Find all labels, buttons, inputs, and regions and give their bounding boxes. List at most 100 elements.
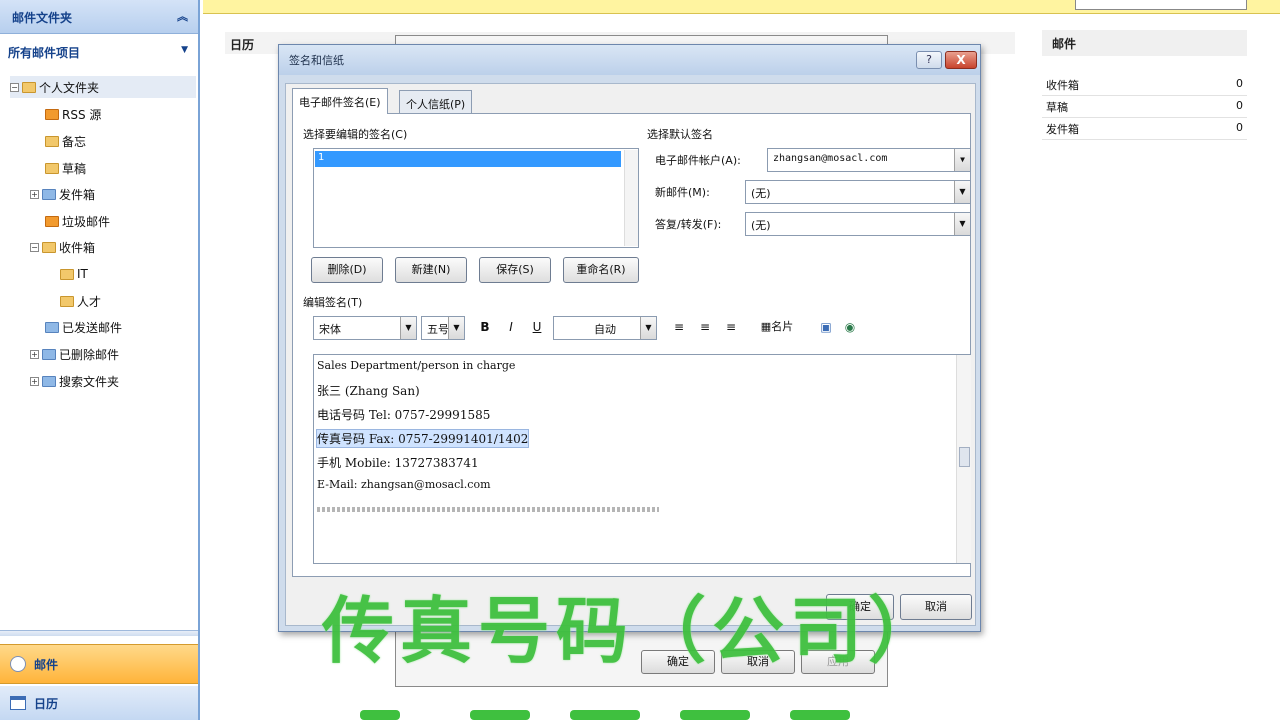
- dropdown-arrow-icon[interactable]: ▼: [448, 317, 464, 339]
- align-center-icon[interactable]: ≡: [695, 316, 715, 338]
- font-color-select[interactable]: 自动 ▼: [553, 316, 657, 340]
- collapse-chevron-icon[interactable]: ︽: [177, 8, 188, 24]
- new-signature-button[interactable]: 新建(N): [395, 257, 467, 283]
- nav-button-calendar[interactable]: 日历: [0, 686, 198, 720]
- underline-button[interactable]: U: [527, 316, 547, 338]
- tree-item-it[interactable]: IT: [60, 263, 88, 285]
- tree-item-talent[interactable]: 人才: [60, 290, 101, 312]
- tree-item-deleted[interactable]: + 已删除邮件: [30, 343, 119, 365]
- tree-item-label: 草稿: [62, 161, 87, 176]
- close-button[interactable]: X: [945, 51, 977, 69]
- rename-signature-button[interactable]: 重命名(R): [563, 257, 639, 283]
- help-button[interactable]: ?: [916, 51, 942, 69]
- expand-toggle-icon[interactable]: +: [30, 349, 39, 359]
- email-account-select[interactable]: zhangsan@mosacl.com ▼: [767, 148, 971, 172]
- tree-item-junk[interactable]: 垃圾邮件: [45, 210, 110, 232]
- format-toolbar: 宋体 ▼ 五号 ▼ B I U 自动 ▼ ≡ ≡ ≡ ▦名片 ▣ ◉: [313, 316, 973, 340]
- new-message-signature-select[interactable]: (无) ▼: [745, 180, 971, 204]
- business-card-button[interactable]: ▦名片: [753, 316, 801, 338]
- signature-line: 手机 Mobile: 13727383741: [317, 456, 479, 470]
- align-right-icon[interactable]: ≡: [721, 316, 741, 338]
- tree-item-label: 已发送邮件: [62, 320, 123, 335]
- summary-row-drafts[interactable]: 草稿 0: [1042, 96, 1247, 118]
- collapse-toggle-icon[interactable]: −: [30, 242, 39, 252]
- font-size-select[interactable]: 五号 ▼: [421, 316, 465, 340]
- inbox-folder-icon: [42, 241, 56, 253]
- new-message-label: 新邮件(M):: [655, 186, 710, 199]
- nav-pane-header: 邮件文件夹 ︽: [0, 0, 198, 34]
- tree-item-sent[interactable]: 已发送邮件: [45, 316, 122, 338]
- insert-hyperlink-icon[interactable]: ◉: [841, 316, 859, 338]
- select-signature-label: 选择要编辑的签名(C): [303, 128, 408, 141]
- dropdown-arrow-icon[interactable]: ▼: [954, 213, 970, 235]
- dropdown-arrow-icon[interactable]: ▼: [640, 317, 656, 339]
- delete-signature-button[interactable]: 删除(D): [311, 257, 383, 283]
- reply-forward-signature-select[interactable]: (无) ▼: [745, 212, 971, 236]
- tree-item-drafts[interactable]: 草稿: [45, 157, 86, 179]
- italic-button[interactable]: I: [501, 316, 521, 338]
- dialog-body: 电子邮件签名(E) 个人信纸(P) 选择要编辑的签名(C) 1 删除(D) 新建…: [285, 83, 976, 626]
- dropdown-arrow-icon[interactable]: ▼: [400, 317, 416, 339]
- expand-toggle-icon[interactable]: +: [30, 376, 39, 386]
- align-left-icon[interactable]: ≡: [669, 316, 689, 338]
- signature-line: 电话号码 Tel: 0757-29991585: [317, 408, 491, 422]
- tree-item-outbox[interactable]: + 发件箱: [30, 183, 95, 205]
- folder-icon: [45, 135, 59, 147]
- signature-line: E-Mail: zhangsan@mosacl.com: [317, 478, 491, 491]
- reply-forward-signature-value: (无): [751, 219, 771, 232]
- dropdown-arrow-icon[interactable]: ▼: [954, 181, 970, 203]
- summary-count: 0: [1236, 77, 1243, 90]
- tree-item-inbox[interactable]: − 收件箱: [30, 236, 95, 258]
- video-caption-next-line: [360, 698, 880, 720]
- business-card-icon: ▦: [760, 320, 772, 333]
- save-signature-button[interactable]: 保存(S): [479, 257, 551, 283]
- signature-list[interactable]: 1: [313, 148, 639, 248]
- font-color-value: 自动: [594, 323, 616, 336]
- signature-editor[interactable]: Sales Department/person in charge 张三 (Zh…: [313, 354, 971, 564]
- tab-email-signature[interactable]: 电子邮件签名(E): [292, 88, 388, 114]
- nav-button-mail[interactable]: 邮件: [0, 644, 198, 684]
- signature-list-item-selected[interactable]: 1: [315, 151, 621, 167]
- insert-picture-icon[interactable]: ▣: [817, 316, 835, 338]
- pane-resize-grip[interactable]: [0, 630, 198, 636]
- tree-item-rss[interactable]: RSS 源: [45, 103, 101, 125]
- tree-item-notes[interactable]: 备忘: [45, 130, 86, 152]
- rss-icon: [45, 108, 59, 120]
- video-caption: 传真号码（公司）: [322, 589, 947, 673]
- caption-fragment: [680, 710, 750, 720]
- summary-row-inbox[interactable]: 收件箱 0: [1042, 74, 1247, 96]
- bold-button[interactable]: B: [475, 316, 495, 338]
- signature-list-scrollbar[interactable]: [624, 150, 638, 246]
- email-account-value: zhangsan@mosacl.com: [773, 153, 888, 164]
- collapse-toggle-icon[interactable]: −: [10, 82, 19, 92]
- summary-count: 0: [1236, 99, 1243, 112]
- tree-item-personal-folders[interactable]: − 个人文件夹: [10, 76, 196, 98]
- signature-divider: [317, 507, 659, 512]
- dropdown-arrow-icon[interactable]: ▼: [181, 45, 188, 55]
- mail-summary-title: 邮件: [1042, 30, 1247, 56]
- tree-item-label: IT: [77, 267, 88, 281]
- calendar-icon: [10, 696, 26, 710]
- editor-scrollbar-thumb[interactable]: [959, 447, 970, 467]
- all-mail-items-selector[interactable]: 所有邮件项目 ▼: [0, 36, 198, 68]
- calendar-section-label: 日历: [230, 38, 255, 52]
- nav-pane-title: 邮件文件夹: [12, 11, 73, 25]
- caption-fragment: [790, 710, 850, 720]
- tree-item-search-folders[interactable]: + 搜索文件夹: [30, 370, 119, 392]
- sent-folder-icon: [45, 321, 59, 333]
- info-bar-button[interactable]: [1075, 0, 1247, 10]
- dropdown-arrow-icon[interactable]: ▼: [954, 149, 970, 171]
- caption-fragment: [470, 710, 530, 720]
- navigation-pane: 邮件文件夹 ︽ 所有邮件项目 ▼ − 个人文件夹 RSS 源 备忘 草稿 + 发…: [0, 0, 200, 720]
- summary-label: 收件箱: [1046, 79, 1079, 92]
- tree-item-label: 备忘: [62, 134, 87, 149]
- mail-icon: [10, 656, 26, 672]
- summary-label: 草稿: [1046, 101, 1068, 114]
- summary-row-outbox[interactable]: 发件箱 0: [1042, 118, 1247, 140]
- editor-scrollbar[interactable]: [956, 355, 971, 563]
- expand-toggle-icon[interactable]: +: [30, 189, 39, 199]
- tab-personal-stationery[interactable]: 个人信纸(P): [399, 90, 473, 114]
- font-name-select[interactable]: 宋体 ▼: [313, 316, 417, 340]
- font-size-value: 五号: [427, 323, 449, 336]
- tree-item-label: 个人文件夹: [39, 80, 100, 95]
